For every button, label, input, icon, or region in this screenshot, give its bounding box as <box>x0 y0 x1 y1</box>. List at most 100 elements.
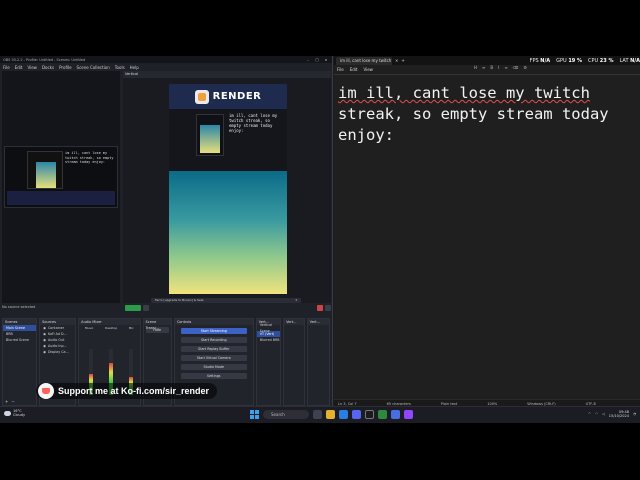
notepad-tab[interactable]: im ill, cant lose my twitch streak, <box>336 56 392 65</box>
divider <box>334 74 640 75</box>
volume-icon[interactable]: ◁ <box>602 412 605 416</box>
notepad-app-icon[interactable] <box>391 410 400 419</box>
taskbar-center: Search <box>250 410 413 419</box>
vertical-title: Vertical <box>123 71 331 78</box>
heading-icon[interactable]: H <box>474 65 477 70</box>
vertical-record-button[interactable] <box>143 305 149 311</box>
taskbar: 16°C Cloudy Search ^ ◠ ◁ 09:48 15/10/202… <box>0 406 640 423</box>
remove-icon[interactable]: − <box>11 399 14 404</box>
menu-edit[interactable]: Edit <box>350 67 358 72</box>
obs-main: im ill, cant lose my twitch streak, so e… <box>0 71 332 318</box>
notepad-editor[interactable]: im ill, cant lose my twitch streak, so e… <box>338 83 638 146</box>
menu-view[interactable]: View <box>363 67 373 72</box>
clear-format-icon[interactable]: ⌫ <box>513 65 519 70</box>
obs-titlebar: OBS 30.2.2 - Profile: Untitled - Scenes:… <box>0 56 332 63</box>
vertical-caption-bar[interactable]: Ferro [upgrade to Brown] & Sale ▾ <box>151 297 301 303</box>
mixer-channel-label: Mic <box>128 326 134 330</box>
menu-docks[interactable]: Docks <box>42 65 54 70</box>
vertical-settings-icon[interactable] <box>325 305 331 311</box>
stat-value: N/A <box>630 57 640 64</box>
start-recording-button[interactable]: Start Recording <box>180 337 247 343</box>
weather-desc: Cloudy <box>13 413 26 417</box>
start-virtual-camera-button[interactable]: Start Virtual Camera <box>180 355 247 361</box>
wifi-icon[interactable]: ◠ <box>595 412 598 416</box>
add-icon[interactable]: + <box>5 399 8 404</box>
start-replay-buffer-button[interactable]: Start Replay Buffer <box>180 346 247 352</box>
settings-button[interactable]: Settings <box>180 373 247 379</box>
clock[interactable]: 09:48 15/10/2024 <box>609 410 629 418</box>
stat-label: CPU <box>588 57 599 64</box>
menu-profile[interactable]: Profile <box>59 65 71 70</box>
vertical-stream-button[interactable] <box>125 305 141 311</box>
mixer-channel-label: Desktop <box>104 326 118 330</box>
bold-icon[interactable]: B <box>490 65 493 70</box>
chevron-up-icon[interactable]: ^ <box>588 412 591 416</box>
mixer-channel-label: Music <box>84 326 94 330</box>
menu-help[interactable]: Help <box>130 65 139 70</box>
vert-sources-title: Vert... <box>284 319 304 325</box>
vert-scene-item[interactable]: Blurred BRB <box>257 337 280 343</box>
start-streaming-button[interactable]: Start Streaming <box>180 328 247 334</box>
clock-date: 15/10/2024 <box>608 414 629 418</box>
canvas-middle: im ill, cant lose my twitch streak, so e… <box>169 109 287 171</box>
stat-value: 19 % <box>568 57 583 64</box>
weather-text: 16°C Cloudy <box>13 409 25 417</box>
stat-value: 23 % <box>599 57 614 64</box>
controls-title: Controls <box>174 319 253 325</box>
nested-gradient <box>36 162 56 188</box>
mixer-title: Audio Mixer <box>79 319 140 325</box>
scene-item[interactable]: Blurred Scene <box>3 337 36 343</box>
link-icon[interactable]: ∞ <box>504 65 507 70</box>
kofi-cup-icon <box>38 383 54 399</box>
italic-icon[interactable]: I <box>498 65 499 70</box>
format-toolbar: H ≡ B I ∞ ⌫ ⚙ <box>474 65 527 70</box>
nested-timeline <box>7 191 115 205</box>
settings-icon[interactable]: ⚙ <box>523 65 527 70</box>
render-brand: RENDER <box>212 91 262 102</box>
menu-view[interactable]: View <box>27 65 37 70</box>
notepad-window: im ill, cant lose my twitch streak, × + … <box>334 56 640 408</box>
new-tab-icon[interactable]: + <box>401 58 404 63</box>
stat-label: LAT <box>619 57 629 64</box>
taskbar-search[interactable]: Search <box>263 410 309 419</box>
cloud-icon <box>4 410 11 416</box>
transitions-title: Scene Transi... <box>143 319 171 330</box>
close-tab-icon[interactable]: × <box>395 58 398 63</box>
weather-widget[interactable]: 16°C Cloudy <box>4 409 25 417</box>
eye-icon[interactable]: ◉ <box>43 349 46 355</box>
kofi-banner[interactable]: Support me at Ko-fi.com/sir_render <box>36 383 218 399</box>
chevron-down-icon: ▾ <box>295 298 297 302</box>
menu-tools[interactable]: Tools <box>115 65 125 70</box>
source-item[interactable]: ◉ Display Ca... <box>40 349 75 355</box>
file-explorer-icon[interactable] <box>326 410 335 419</box>
vertical-canvas[interactable]: RENDER im ill, cant lose my twitch strea… <box>169 84 287 294</box>
stat-value: N/A <box>540 57 551 64</box>
scenes-dock: Scenes Main Scene BRB Blurred Scene + − <box>2 318 38 406</box>
discord-icon[interactable] <box>352 410 361 419</box>
source-label: Display Ca... <box>48 350 69 354</box>
menu-file[interactable]: File <box>337 67 344 72</box>
task-view-icon[interactable] <box>313 410 322 419</box>
menu-file[interactable]: File <box>3 65 10 70</box>
no-source-label: No source selected <box>2 305 36 309</box>
maximize-icon[interactable]: □ <box>314 58 320 62</box>
bell-icon[interactable]: ◔ <box>633 412 636 416</box>
vertical-stop-icon[interactable] <box>317 305 323 311</box>
obs-app-icon[interactable] <box>365 410 374 419</box>
stat-label: GPU <box>556 57 567 64</box>
stat-lat: LAT N/A <box>620 58 640 64</box>
studio-mode-button[interactable]: Studio Mode <box>180 364 247 370</box>
list-icon[interactable]: ≡ <box>482 65 485 70</box>
minimize-icon[interactable]: – <box>305 58 311 62</box>
obs-menubar: File Edit View Docks Profile Scene Colle… <box>0 63 332 71</box>
close-icon[interactable]: × <box>323 58 329 62</box>
horizontal-preview[interactable]: im ill, cant lose my twitch streak, so e… <box>2 71 120 303</box>
menu-edit[interactable]: Edit <box>15 65 23 70</box>
menu-scene-collection[interactable]: Scene Collection <box>77 65 110 70</box>
spotify-icon[interactable] <box>378 410 387 419</box>
browser-icon[interactable] <box>339 410 348 419</box>
vertical-mixer-dock: Vert... <box>306 318 330 406</box>
desktop: OBS 30.2.2 - Profile: Untitled - Scenes:… <box>0 56 640 423</box>
start-button[interactable] <box>250 410 259 419</box>
twitch-icon[interactable] <box>404 410 413 419</box>
